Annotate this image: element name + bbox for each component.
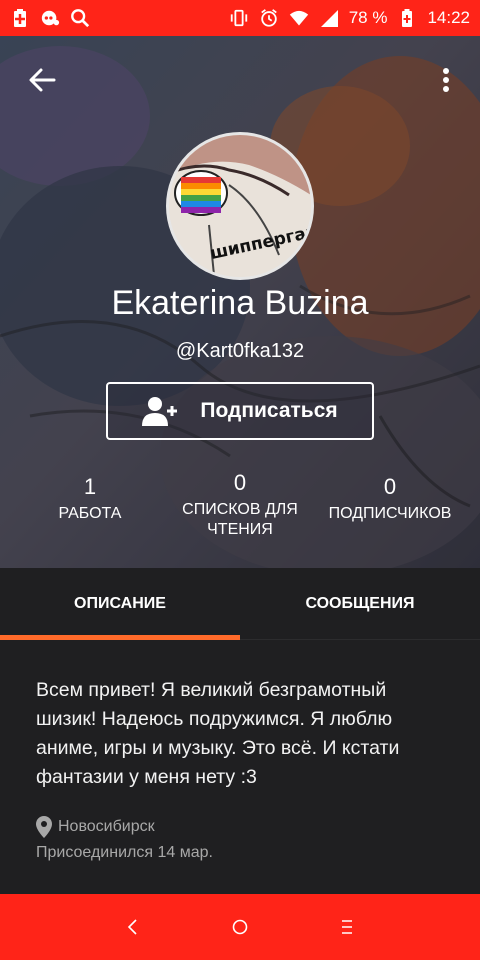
- location-row: Новосибирск: [36, 814, 444, 840]
- battery-percent: 78 %: [348, 8, 388, 27]
- battery-icon: [397, 8, 417, 28]
- profile-stats: 1 РАБОТА 0 СПИСКОВ ДЛЯ ЧТЕНИЯ 0 ПОДПИСЧИ…: [0, 470, 480, 564]
- follow-button[interactable]: Подписаться: [106, 382, 374, 440]
- location-pin-icon: [36, 816, 52, 838]
- stat-works-label: РАБОТА: [58, 505, 122, 522]
- stat-reading-lists[interactable]: 0 СПИСКОВ ДЛЯ ЧТЕНИЯ: [160, 470, 320, 540]
- nav-home-icon: [232, 919, 248, 935]
- nav-menu-icon: [341, 920, 352, 934]
- battery-charging-icon: [10, 8, 30, 28]
- status-bar: 78 % 14:22: [0, 0, 480, 36]
- back-button[interactable]: [24, 62, 60, 98]
- bio-text: Всем привет! Я великий безграмотный шизи…: [36, 679, 400, 788]
- nav-home-button[interactable]: [220, 907, 260, 947]
- stat-followers-label: ПОДПИСЧИКОВ: [328, 505, 452, 522]
- stat-followers-value: 0: [383, 474, 397, 499]
- wifi-icon: [289, 8, 309, 28]
- avatar-image: шипперган: [169, 135, 311, 277]
- stat-reading-lists-label: СПИСКОВ ДЛЯ ЧТЕНИЯ: [182, 501, 298, 538]
- vibrate-icon: [229, 8, 249, 28]
- username: @Kart0fka132: [175, 340, 305, 362]
- profile-name: Ekaterina Buzina: [111, 284, 369, 322]
- nav-menu-button[interactable]: [327, 907, 367, 947]
- profile-header: шипперган Ekaterina Buzina @Kart0fka132 …: [0, 36, 480, 568]
- location-text: Новосибирск: [58, 818, 155, 835]
- about-section: Всем привет! Я великий безграмотный шизи…: [0, 640, 480, 894]
- joined-row: Присоединился 14 мар.: [36, 840, 444, 866]
- profile-tabs: ОПИСАНИЕ СООБЩЕНИЯ: [0, 568, 480, 640]
- avatar[interactable]: шипперган: [166, 132, 314, 280]
- add-person-icon: [142, 397, 178, 426]
- stat-reading-lists-value: 0: [233, 470, 247, 495]
- search-icon: [70, 8, 90, 28]
- alarm-icon: [259, 8, 279, 28]
- nav-back-icon: [128, 919, 137, 935]
- more-vertical-icon: [443, 68, 449, 92]
- stat-works[interactable]: 1 РАБОТА: [10, 474, 170, 524]
- system-navigation-bar: [0, 894, 480, 960]
- follow-button-label: Подписаться: [200, 399, 338, 422]
- tab-messages[interactable]: СООБЩЕНИЯ: [240, 568, 480, 639]
- nav-back-button[interactable]: [113, 907, 153, 947]
- tab-description[interactable]: ОПИСАНИЕ: [0, 568, 240, 640]
- stat-followers[interactable]: 0 ПОДПИСЧИКОВ: [310, 474, 470, 524]
- stat-works-value: 1: [83, 474, 97, 499]
- profile-meta: Новосибирск Присоединился 14 мар.: [36, 814, 444, 866]
- notification-icon: [40, 8, 60, 28]
- joined-text: Присоединился 14 мар.: [36, 844, 213, 861]
- arrow-left-icon: [29, 68, 56, 92]
- more-options-button[interactable]: [434, 62, 458, 98]
- clock: 14:22: [427, 8, 470, 27]
- signal-icon: [319, 8, 339, 28]
